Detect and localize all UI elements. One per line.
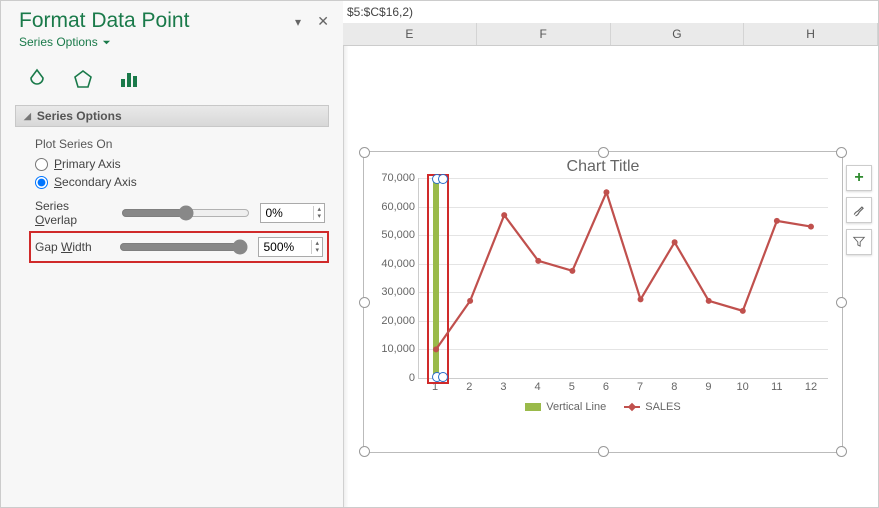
fill-line-tab-icon[interactable]: [23, 65, 51, 93]
y-tick-label: 10,000: [371, 343, 415, 355]
gap-up-icon[interactable]: ▴: [312, 240, 322, 247]
gap-width-row: Gap Width ▴▾: [35, 237, 323, 257]
x-tick-label: 11: [760, 381, 794, 393]
series-options-tab-icon[interactable]: [115, 65, 143, 93]
series-overlap-row: Series Overlap ▴▾: [35, 199, 325, 227]
gap-width-input[interactable]: [259, 238, 311, 256]
collapse-triangle-icon: ◢: [24, 111, 31, 122]
series-overlap-input[interactable]: [261, 204, 313, 222]
legend-item[interactable]: Vertical Line: [525, 401, 606, 413]
format-data-point-pane: Format Data Point Series Options ▾ ✕ ◢ S…: [1, 1, 344, 508]
y-tick-label: 60,000: [371, 201, 415, 213]
legend-swatch-line: [624, 406, 640, 408]
gap-width-label: Gap Width: [35, 240, 109, 254]
formula-bar[interactable]: $5:$C$16,2): [343, 1, 878, 24]
secondary-axis-label: Secondary Axis: [54, 175, 137, 189]
overlap-up-icon[interactable]: ▴: [314, 206, 324, 213]
resize-handle[interactable]: [359, 446, 370, 457]
y-tick-label: 0: [371, 372, 415, 384]
app-window: Format Data Point Series Options ▾ ✕ ◢ S…: [0, 0, 879, 508]
chevron-down-icon: [102, 38, 111, 47]
resize-handle[interactable]: [598, 147, 609, 158]
resize-handle[interactable]: [359, 147, 370, 158]
col-header[interactable]: H: [744, 23, 878, 45]
x-tick-label: 9: [691, 381, 725, 393]
x-tick-label: 5: [555, 381, 589, 393]
y-tick-label: 30,000: [371, 286, 415, 298]
secondary-axis-radio-input[interactable]: [35, 176, 48, 189]
gap-width-highlight: Gap Width ▴▾: [29, 231, 329, 263]
x-tick-label: 4: [521, 381, 555, 393]
legend-label: Vertical Line: [546, 401, 606, 413]
sales-line-series[interactable]: [419, 178, 828, 378]
x-tick-label: 8: [657, 381, 691, 393]
resize-handle[interactable]: [836, 297, 847, 308]
primary-axis-radio-input[interactable]: [35, 158, 48, 171]
y-tick-label: 40,000: [371, 258, 415, 270]
resize-handle[interactable]: [598, 446, 609, 457]
pane-title: Format Data Point: [19, 9, 329, 33]
section-header-label: Series Options: [37, 109, 122, 123]
x-tick-label: 12: [794, 381, 828, 393]
pane-tab-icons: [1, 53, 343, 103]
gap-down-icon[interactable]: ▾: [312, 247, 322, 254]
chart-elements-button[interactable]: +: [846, 165, 872, 191]
chart-styles-button[interactable]: [846, 197, 872, 223]
resize-handle[interactable]: [836, 147, 847, 158]
y-tick-label: 70,000: [371, 172, 415, 184]
chart-filters-button[interactable]: [846, 229, 872, 255]
col-header[interactable]: G: [611, 23, 745, 45]
effects-tab-icon[interactable]: [69, 65, 97, 93]
x-axis-labels: 123456789101112: [418, 381, 828, 393]
overlap-down-icon[interactable]: ▾: [314, 213, 324, 220]
legend-label: SALES: [645, 401, 680, 413]
series-overlap-spinner[interactable]: ▴▾: [260, 203, 325, 223]
x-tick-label: 3: [486, 381, 520, 393]
gap-width-slider[interactable]: [119, 239, 248, 255]
col-header[interactable]: E: [343, 23, 477, 45]
chart-object[interactable]: Chart Title 010,00020,00030,00040,00050,…: [363, 151, 843, 453]
chart-legend[interactable]: Vertical Line SALES: [364, 401, 842, 413]
series-overlap-slider[interactable]: [121, 205, 250, 221]
resize-handle[interactable]: [359, 297, 370, 308]
series-options-label: Series Options: [19, 35, 98, 49]
column-headers: E F G H: [343, 23, 878, 46]
series-options-section-header[interactable]: ◢ Series Options: [15, 105, 329, 127]
y-tick-label: 50,000: [371, 229, 415, 241]
secondary-axis-radio[interactable]: Secondary Axis: [35, 175, 325, 189]
formula-text: $5:$C$16,2): [347, 5, 413, 19]
x-tick-label: 10: [726, 381, 760, 393]
gap-width-spinner[interactable]: ▴▾: [258, 237, 323, 257]
paintbrush-icon: [852, 203, 866, 217]
legend-item[interactable]: SALES: [624, 401, 680, 413]
plot-series-on-label: Plot Series On: [35, 137, 325, 151]
col-header[interactable]: F: [477, 23, 611, 45]
funnel-icon: [852, 235, 866, 249]
primary-axis-label: Primary Axis: [54, 157, 121, 171]
pane-options-caret-icon[interactable]: ▾: [295, 15, 301, 29]
x-tick-label: 7: [623, 381, 657, 393]
x-tick-label: 2: [452, 381, 486, 393]
plus-icon: +: [854, 169, 863, 187]
legend-swatch-bar: [525, 403, 541, 411]
y-tick-label: 20,000: [371, 315, 415, 327]
x-tick-label: 6: [589, 381, 623, 393]
primary-axis-radio[interactable]: Primary Axis: [35, 157, 325, 171]
series-overlap-label: Series Overlap: [35, 199, 111, 227]
chart-plot-area[interactable]: 010,00020,00030,00040,00050,00060,00070,…: [418, 178, 828, 379]
resize-handle[interactable]: [836, 446, 847, 457]
pane-close-icon[interactable]: ✕: [317, 13, 329, 30]
series-options-dropdown[interactable]: Series Options: [19, 35, 111, 49]
